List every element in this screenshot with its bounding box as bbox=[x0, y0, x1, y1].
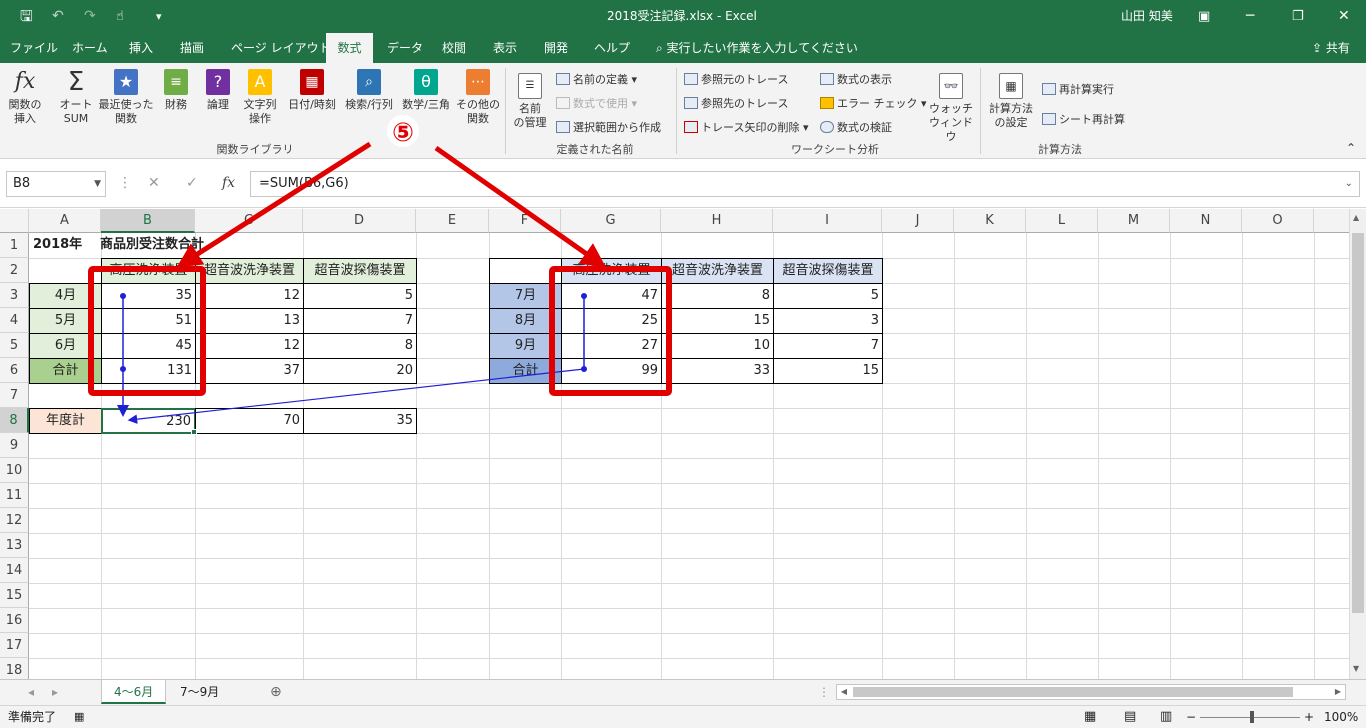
zoom-slider-thumb[interactable] bbox=[1250, 711, 1254, 723]
zoom-level[interactable]: 100% bbox=[1324, 706, 1358, 728]
zoom-out-icon[interactable]: − bbox=[1186, 706, 1196, 728]
sheet-tab-apr-jun[interactable]: 4～6月 bbox=[101, 680, 167, 704]
next-sheet-icon[interactable]: ▸ bbox=[40, 680, 70, 704]
scroll-up-icon[interactable]: ▲ bbox=[1353, 213, 1359, 222]
status-bar: 準備完了 ▦ ▦ ▤ ▥ − + 100% bbox=[0, 705, 1366, 728]
macro-record-icon[interactable]: ▦ bbox=[74, 706, 84, 728]
scroll-right-icon[interactable]: ▶ bbox=[1331, 685, 1345, 699]
vertical-scrollbar[interactable]: ▲ ▼ bbox=[1349, 209, 1366, 679]
add-sheet-icon[interactable]: ⊕ bbox=[258, 680, 294, 704]
callout-overlay: ⑤ bbox=[176, 115, 607, 268]
sheet-tab-jul-sep[interactable]: 7～9月 bbox=[168, 680, 231, 704]
normal-view-icon[interactable]: ▦ bbox=[1084, 706, 1096, 728]
page-break-preview-icon[interactable]: ▥ bbox=[1160, 706, 1172, 728]
sheet-tab-bar: ◂ ▸ 4～6月 7～9月 ⊕ ⋮ ◀ ▶ bbox=[0, 679, 1366, 705]
scroll-down-icon[interactable]: ▼ bbox=[1353, 664, 1359, 673]
scroll-left-icon[interactable]: ◀ bbox=[837, 685, 851, 699]
scroll-thumb[interactable] bbox=[1352, 233, 1364, 613]
horizontal-scrollbar[interactable]: ◀ ▶ bbox=[836, 684, 1346, 700]
page-layout-view-icon[interactable]: ▤ bbox=[1124, 706, 1136, 728]
callout-number: ⑤ bbox=[392, 118, 414, 148]
zoom-in-icon[interactable]: + bbox=[1304, 706, 1314, 728]
callout-arrow-right bbox=[434, 145, 607, 268]
callout-arrow-left bbox=[176, 141, 372, 268]
h-scroll-thumb[interactable] bbox=[853, 687, 1293, 697]
status-ready: 準備完了 bbox=[8, 710, 57, 724]
